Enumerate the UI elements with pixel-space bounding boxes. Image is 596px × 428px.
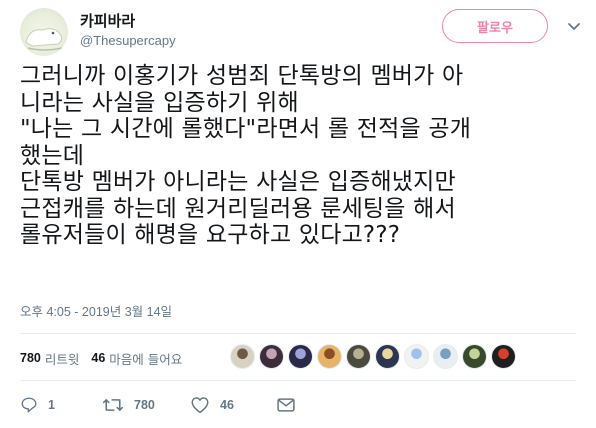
like-count: 46 xyxy=(220,398,234,412)
reply-count: 1 xyxy=(48,398,55,412)
tweet-actions: 1 780 46 xyxy=(20,390,306,420)
liker-avatar[interactable] xyxy=(404,344,429,369)
reply-icon xyxy=(21,397,37,413)
display-name[interactable]: 카피바라 xyxy=(80,10,135,31)
likes-label[interactable]: 마음에 들어요 xyxy=(109,349,182,368)
like-button[interactable]: 46 xyxy=(190,396,276,414)
likes-count[interactable]: 46 xyxy=(91,351,105,365)
user-handle[interactable]: @Thesupercapy xyxy=(80,33,176,48)
heart-icon xyxy=(191,397,209,414)
retweet-button[interactable]: 780 xyxy=(102,396,190,414)
capybara-avatar-icon xyxy=(25,28,63,51)
tweet-line: 니라는 사실을 입증하기 위해 xyxy=(20,89,299,116)
tweet-stats: 780 리트윗 46 마음에 들어요 xyxy=(20,338,194,378)
liker-avatar[interactable] xyxy=(491,344,516,369)
liker-avatar[interactable] xyxy=(259,344,284,369)
liker-avatar[interactable] xyxy=(433,344,458,369)
liker-avatar[interactable] xyxy=(375,344,400,369)
liker-avatar[interactable] xyxy=(462,344,487,369)
divider xyxy=(20,380,576,381)
tweet-line: "나는 그 시간에 롤했다"라면서 롤 전적을 공개 xyxy=(20,116,472,142)
retweets-count[interactable]: 780 xyxy=(20,351,41,365)
tweet-line: 근접캐를 하는데 원거리딜러용 룬세팅을 해서 xyxy=(20,195,456,222)
tweet-line: 롤유저들이 해명을 요구하고 있다고??? xyxy=(20,222,401,248)
reply-button[interactable]: 1 xyxy=(20,396,102,414)
liker-avatar[interactable] xyxy=(346,344,371,369)
direct-message-button[interactable] xyxy=(276,396,306,414)
follow-button[interactable]: 팔로우 xyxy=(442,9,548,43)
chevron-down-icon[interactable] xyxy=(566,18,582,34)
retweet-count: 780 xyxy=(134,398,155,412)
divider xyxy=(20,333,576,334)
tweet-timestamp[interactable]: 오후 4:05 - 2019년 3월 14일 xyxy=(20,301,172,320)
tweet-line: 그러니까 이홍기가 성범죄 단톡방의 멤버가 아 xyxy=(20,63,464,89)
retweet-icon xyxy=(102,399,124,411)
tweet-header: 카피바라 @Thesupercapy 팔로우 xyxy=(0,0,596,62)
liker-avatar[interactable] xyxy=(230,344,255,369)
likers-avatars xyxy=(230,344,520,369)
tweet-line: 했는데 xyxy=(20,142,85,169)
envelope-icon xyxy=(277,398,295,412)
liker-avatar[interactable] xyxy=(288,344,313,369)
tweet-text: 그러니까 이홍기가 성범죄 단톡방의 멤버가 아 니라는 사실을 입증하기 위해… xyxy=(20,63,580,249)
tweet-line: 단톡방 멤버가 아니라는 사실은 입증해냈지만 xyxy=(20,169,456,195)
retweets-label[interactable]: 리트윗 xyxy=(45,349,80,368)
avatar[interactable] xyxy=(20,8,68,56)
liker-avatar[interactable] xyxy=(317,344,342,369)
